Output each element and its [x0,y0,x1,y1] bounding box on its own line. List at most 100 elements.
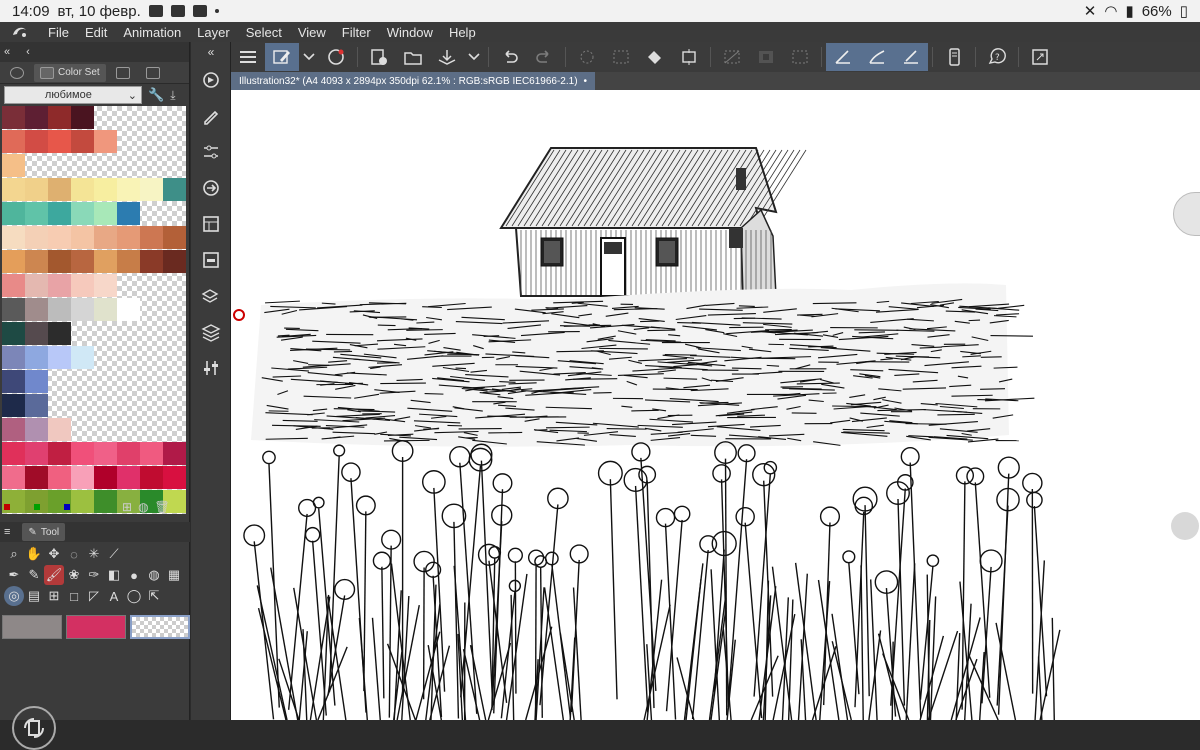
decoration-tool-icon[interactable]: ❀ [64,565,84,585]
tab-color-wheel[interactable] [4,64,30,82]
material-icon[interactable] [199,212,223,236]
menu-filter[interactable]: Filter [334,25,379,40]
menu-help[interactable]: Help [441,25,484,40]
zoom-tool-icon[interactable]: ⌕ [4,544,24,564]
color-swatch[interactable] [163,178,186,201]
transparent-color-chip[interactable] [130,615,190,639]
color-swatch[interactable] [25,274,48,297]
new-layer-icon[interactable] [319,43,353,71]
color-swatch[interactable] [94,202,117,225]
color-swatch[interactable] [2,250,25,273]
open-folder-icon[interactable] [396,43,430,71]
pencil-tool-icon[interactable]: ✎ [24,565,44,585]
color-swatch[interactable] [25,346,48,369]
color-swatch[interactable] [163,250,186,273]
color-swatch[interactable] [140,442,163,465]
collapse-left-icon[interactable]: « [199,42,223,62]
color-swatch[interactable] [94,250,117,273]
auto-action-icon[interactable] [199,176,223,200]
brush-tool-icon[interactable]: 🖌 [44,565,64,585]
sub-color-chip[interactable] [66,615,126,639]
new-file-icon[interactable] [362,43,396,71]
color-swatch[interactable] [2,418,25,441]
color-swatch[interactable] [2,298,25,321]
color-swatch[interactable] [71,298,94,321]
lasso-tool-icon[interactable]: ◌ [64,544,84,564]
color-swatch[interactable] [163,466,186,489]
color-swatch[interactable] [2,106,25,129]
color-swatch[interactable] [25,130,48,153]
color-swatch[interactable] [48,298,71,321]
tab-tool[interactable]: ✎Tool [22,523,65,541]
color-swatch[interactable] [48,466,71,489]
fill-tool-icon[interactable]: ● [124,565,144,585]
tab-color-set[interactable]: Color Set [34,64,106,82]
color-swatch[interactable] [48,202,71,225]
main-color-chip[interactable] [2,615,62,639]
chevron-down-icon-2[interactable] [464,43,484,71]
color-swatch[interactable] [25,322,48,345]
layer-search-icon[interactable] [199,284,223,308]
panel-menu-icon[interactable]: ≡ [4,526,10,538]
color-swatch[interactable] [2,202,25,225]
color-swatch[interactable] [163,226,186,249]
drawing-canvas[interactable] [231,90,1200,720]
tab-intermediate-color[interactable] [110,64,136,82]
correct-line-tool-icon[interactable]: ⇱ [144,586,164,606]
color-swatch[interactable] [94,298,117,321]
color-swatch[interactable] [94,226,117,249]
redo-icon[interactable] [527,43,561,71]
color-swatch[interactable] [117,442,140,465]
hamburger-menu-icon[interactable] [231,43,265,71]
replace-color-icon[interactable]: ◍ [138,500,148,514]
color-swatch[interactable] [48,226,71,249]
color-swatch[interactable] [2,346,25,369]
menu-select[interactable]: Select [238,25,290,40]
frame-tool-icon[interactable]: ▦ [164,565,184,585]
color-swatch[interactable] [2,394,25,417]
color-swatch[interactable] [117,226,140,249]
layer-property-icon[interactable] [199,248,223,272]
color-swatch[interactable] [117,202,140,225]
color-swatch[interactable] [2,226,25,249]
gradient-tool-icon[interactable]: ▤ [24,586,44,606]
settings-sliders-icon[interactable] [199,356,223,380]
save-icon[interactable] [430,43,464,71]
airbrush-tool-icon[interactable]: ✑ [84,565,104,585]
snap-grid-icon[interactable] [894,43,928,71]
color-swatch[interactable] [117,250,140,273]
color-swatch[interactable] [2,442,25,465]
color-swatch[interactable] [25,250,48,273]
snap-special-ruler-icon[interactable] [860,43,894,71]
transform-icon[interactable] [672,43,706,71]
color-swatch-grid[interactable] [2,106,186,514]
color-swatch[interactable] [94,178,117,201]
color-swatch[interactable] [117,178,140,201]
move-tool-icon[interactable]: ✥ [44,544,64,564]
menu-view[interactable]: View [290,25,334,40]
color-swatch[interactable] [48,130,71,153]
tab-approximate-color[interactable] [140,64,166,82]
sub-tool-detail-icon[interactable] [199,140,223,164]
color-swatch[interactable] [2,130,25,153]
layer-icon[interactable] [199,320,223,344]
eyedropper-tool-icon[interactable]: ⟋ [104,544,124,564]
deselect-icon[interactable] [715,43,749,71]
select-all-icon[interactable] [783,43,817,71]
navigator-icon[interactable] [199,68,223,92]
color-swatch[interactable] [25,106,48,129]
color-swatch[interactable] [140,250,163,273]
invert-selection-icon[interactable] [749,43,783,71]
color-swatch[interactable] [48,418,71,441]
color-set-dropdown[interactable]: любимое ⌄ [4,86,142,104]
fill-bucket-tool-icon[interactable]: ◎ [4,586,24,606]
figure-tool-icon[interactable]: □ [64,586,84,606]
eraser-tool-icon[interactable]: ◧ [104,565,124,585]
color-swatch[interactable] [71,178,94,201]
color-swatch[interactable] [25,370,48,393]
color-swatch[interactable] [140,466,163,489]
color-swatch[interactable] [71,346,94,369]
menu-file[interactable]: File [40,25,77,40]
color-swatch[interactable] [2,322,25,345]
color-swatch[interactable] [48,274,71,297]
